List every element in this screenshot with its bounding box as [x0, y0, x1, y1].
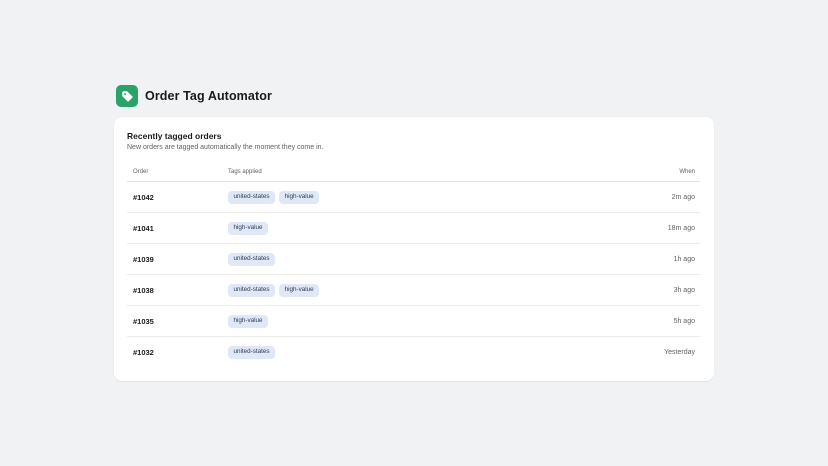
order-number[interactable]: #1042: [127, 193, 228, 202]
card-title: Recently tagged orders: [127, 131, 222, 141]
tag-badge: high-value: [228, 221, 269, 235]
tags-cell: united-states high-value: [228, 283, 620, 297]
recent-orders-card: Recently tagged orders New orders are ta…: [114, 117, 714, 381]
tags-cell: high-value: [228, 314, 620, 328]
column-header-when: When: [679, 169, 695, 175]
table-row[interactable]: #1039 united-states 1h ago: [127, 244, 700, 275]
order-time: 1h ago: [673, 255, 695, 263]
orders-table: Order Tags applied When #1042 united-sta…: [127, 163, 700, 367]
order-number[interactable]: #1032: [127, 348, 228, 357]
order-number[interactable]: #1039: [127, 255, 228, 264]
tag-badge: united-states: [228, 252, 276, 266]
tag-badge: high-value: [279, 283, 320, 297]
tag-icon: [116, 85, 138, 107]
table-row[interactable]: #1042 united-states high-value 2m ago: [127, 182, 700, 213]
app-title: Order Tag Automator: [145, 89, 272, 103]
order-time: Yesterday: [664, 348, 695, 356]
tags-cell: high-value: [228, 221, 620, 235]
tag-badge: united-states: [228, 283, 276, 297]
order-time: 5h ago: [673, 317, 695, 325]
order-time: 18m ago: [667, 224, 695, 232]
tag-badge: united-states: [228, 345, 276, 359]
order-number[interactable]: #1041: [127, 224, 228, 233]
order-time: 3h ago: [673, 286, 695, 294]
table-row[interactable]: #1032 united-states Yesterday: [127, 337, 700, 367]
order-time: 2m ago: [671, 193, 695, 201]
tags-cell: united-states: [228, 252, 620, 266]
table-row[interactable]: #1035 high-value 5h ago: [127, 306, 700, 337]
app-header: Order Tag Automator: [116, 85, 272, 107]
tags-cell: united-states: [228, 345, 620, 359]
tags-cell: united-states high-value: [228, 190, 620, 204]
tag-badge: united-states: [228, 190, 276, 204]
tag-badge: high-value: [228, 314, 269, 328]
column-header-order: Order: [133, 169, 149, 175]
table-row[interactable]: #1038 united-states high-value 3h ago: [127, 275, 700, 306]
column-header-tags: Tags applied: [228, 169, 262, 175]
table-row[interactable]: #1041 high-value 18m ago: [127, 213, 700, 244]
tag-badge: high-value: [279, 190, 320, 204]
table-header: Order Tags applied When: [127, 163, 700, 182]
card-subtitle: New orders are tagged automatically the …: [127, 144, 324, 151]
order-number[interactable]: #1038: [127, 286, 228, 295]
order-number[interactable]: #1035: [127, 317, 228, 326]
